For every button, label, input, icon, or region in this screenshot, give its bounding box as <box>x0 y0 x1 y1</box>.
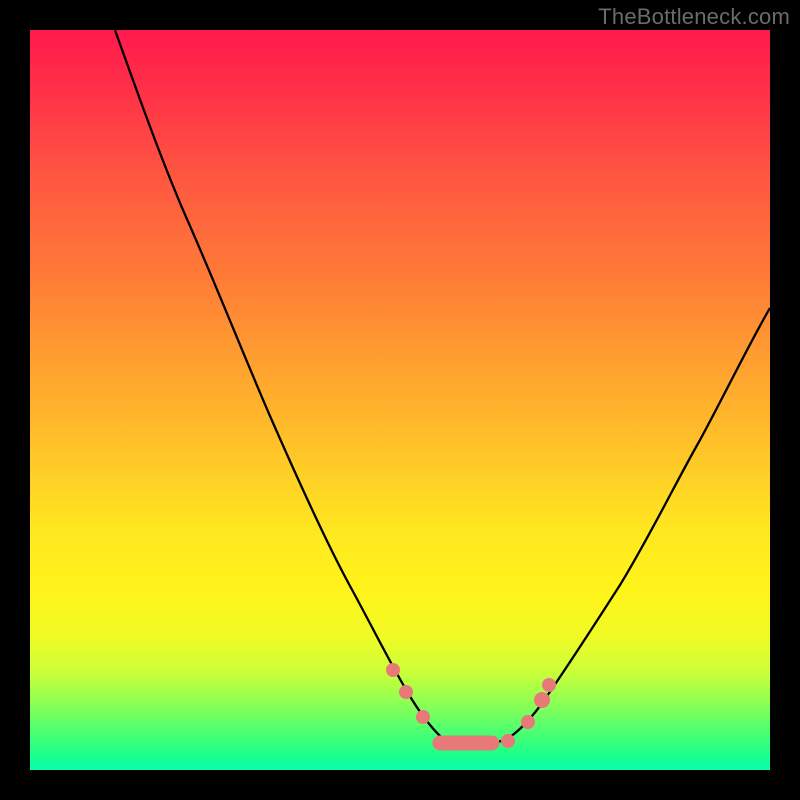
trough-marker-dots <box>386 663 556 748</box>
bottleneck-curve <box>115 30 770 745</box>
chart-frame: TheBottleneck.com <box>0 0 800 800</box>
watermark-text: TheBottleneck.com <box>598 4 790 30</box>
plot-area <box>30 30 770 770</box>
chart-svg <box>30 30 770 770</box>
